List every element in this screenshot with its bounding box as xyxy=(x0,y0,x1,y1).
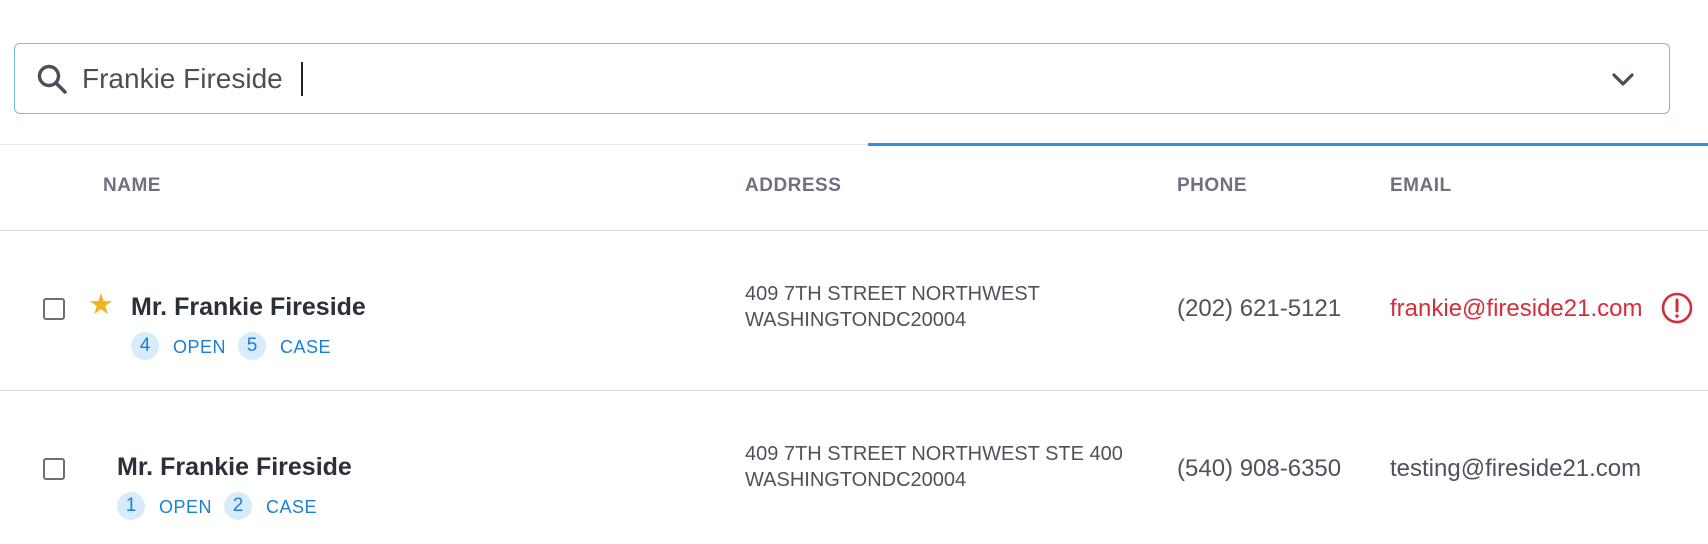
open-label[interactable]: OPEN xyxy=(159,497,212,518)
contact-name[interactable]: Mr. Frankie Fireside xyxy=(131,293,366,322)
table-row[interactable]: ★ Mr. Frankie Fireside 4 OPEN 5 CASE 409… xyxy=(0,231,1708,390)
phone-number[interactable]: (202) 621-5121 xyxy=(1177,295,1341,323)
case-count-badge[interactable]: 5 xyxy=(238,332,266,360)
chevron-down-icon[interactable] xyxy=(1609,67,1637,91)
column-header-address[interactable]: ADDRESS xyxy=(745,175,841,197)
open-label[interactable]: OPEN xyxy=(173,337,226,358)
search-icon xyxy=(37,64,67,94)
alert-circle-icon[interactable] xyxy=(1660,291,1694,325)
row-checkbox[interactable] xyxy=(43,458,65,480)
address-line-1: 409 7TH STREET NORTHWEST xyxy=(745,283,1040,305)
open-count-badge[interactable]: 4 xyxy=(131,332,159,360)
contact-name[interactable]: Mr. Frankie Fireside xyxy=(117,453,352,482)
column-header-phone[interactable]: PHONE xyxy=(1177,175,1247,197)
text-caret xyxy=(301,62,303,96)
address: 409 7TH STREET NORTHWEST STE 400 WASHING… xyxy=(745,441,1123,493)
column-header-email[interactable]: EMAIL xyxy=(1390,175,1452,197)
case-label[interactable]: CASE xyxy=(266,497,317,518)
email-address[interactable]: frankie@fireside21.com xyxy=(1390,295,1642,323)
phone-number[interactable]: (540) 908-6350 xyxy=(1177,455,1341,483)
address-line-2: WASHINGTONDC20004 xyxy=(745,469,967,491)
table-row[interactable]: Mr. Frankie Fireside 1 OPEN 2 CASE 409 7… xyxy=(0,391,1708,544)
case-label[interactable]: CASE xyxy=(280,337,331,358)
search-bar[interactable] xyxy=(14,43,1670,114)
case-count-badge[interactable]: 2 xyxy=(224,492,252,520)
email-address[interactable]: testing@fireside21.com xyxy=(1390,455,1641,483)
address-line-2: WASHINGTONDC20004 xyxy=(745,309,967,331)
star-icon[interactable]: ★ xyxy=(88,291,114,320)
address-line-1: 409 7TH STREET NORTHWEST STE 400 xyxy=(745,443,1123,465)
loading-progress-bar xyxy=(868,143,1708,146)
open-count-badge[interactable]: 1 xyxy=(117,492,145,520)
address: 409 7TH STREET NORTHWEST WASHINGTONDC200… xyxy=(745,281,1040,333)
row-checkbox[interactable] xyxy=(43,298,65,320)
search-input[interactable] xyxy=(82,56,1582,102)
column-header-name[interactable]: NAME xyxy=(103,175,161,197)
